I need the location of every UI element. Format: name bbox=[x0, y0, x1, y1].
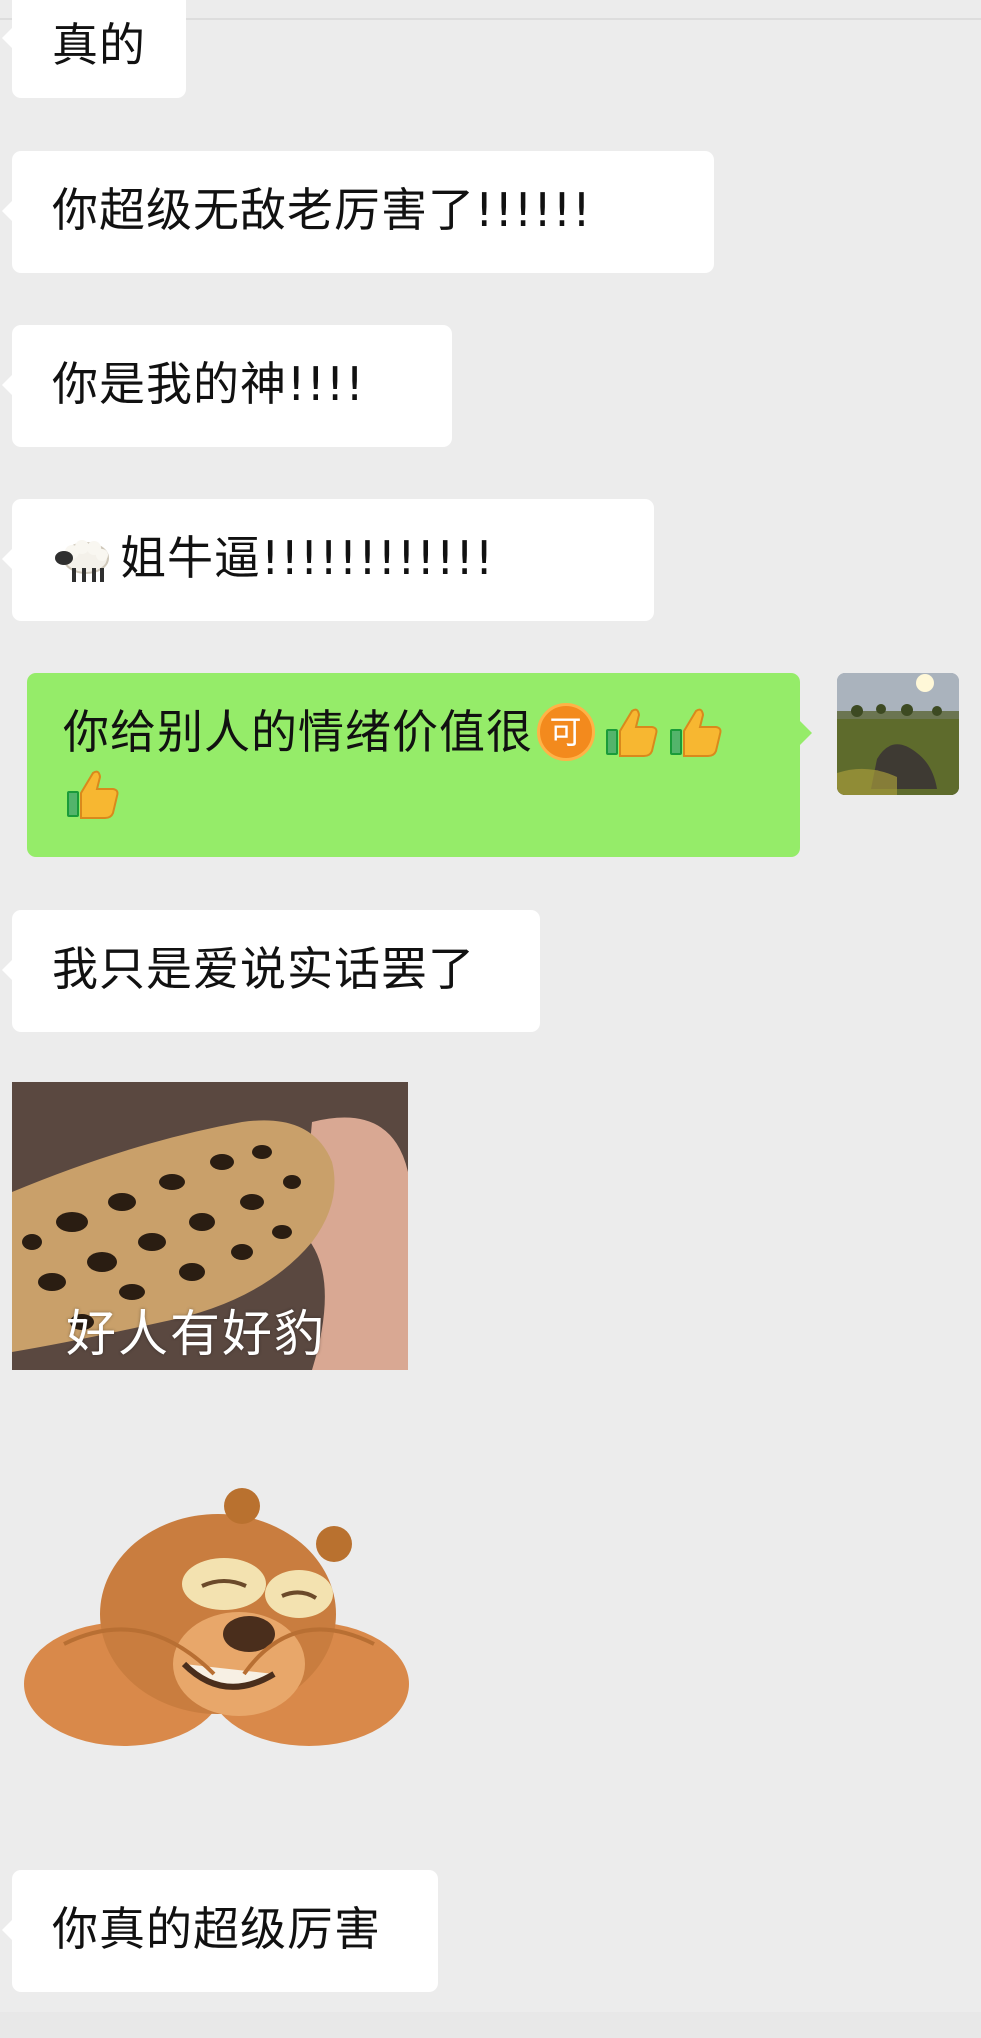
self-avatar[interactable] bbox=[837, 673, 959, 795]
message-text: 你超级无敌老厉害了!!!!!! bbox=[52, 183, 592, 237]
sticker-caption: 好人有好豹 bbox=[66, 1305, 326, 1363]
message-bubble[interactable]: 我只是爱说实话罢了 bbox=[2, 910, 540, 1032]
message-line: 你给别人的情绪价值很可 bbox=[63, 701, 764, 763]
bear-hug-image bbox=[24, 1488, 409, 1746]
message-text: 你真的超级厉害 bbox=[52, 1902, 381, 1956]
thumbs-up-icon bbox=[63, 765, 121, 823]
message-text: 你给别人的情绪价值很 bbox=[63, 705, 533, 759]
message-bubble[interactable]: 真的 bbox=[2, 0, 186, 98]
bear-sticker[interactable] bbox=[24, 1484, 412, 1754]
message-line bbox=[63, 763, 764, 825]
message-bubble[interactable]: 你是我的神!!!! bbox=[2, 325, 452, 447]
message-text: 真的 bbox=[52, 18, 146, 72]
bottom-bar-edge bbox=[0, 2012, 981, 2038]
message-bubble-self[interactable]: 你给别人的情绪价值很可 bbox=[27, 673, 812, 857]
message-text: 姐牛逼!!!!!!!!!!!! bbox=[120, 531, 495, 585]
leopard-sticker[interactable]: 好人有好豹 bbox=[12, 1082, 408, 1370]
message-text: 我只是爱说实话罢了 bbox=[52, 942, 475, 996]
message-text: 你是我的神!!!! bbox=[52, 357, 365, 411]
message-bubble[interactable]: 你真的超级厉害 bbox=[2, 1870, 438, 1992]
message-bubble[interactable]: 姐牛逼!!!!!!!!!!!! bbox=[2, 499, 654, 621]
thumbs-up-icon bbox=[666, 703, 724, 761]
thumbs-up-icon bbox=[602, 703, 660, 761]
ke-badge-icon: 可 bbox=[537, 702, 595, 761]
sheep-icon bbox=[52, 530, 116, 586]
message-bubble[interactable]: 你超级无敌老厉害了!!!!!! bbox=[2, 151, 714, 273]
